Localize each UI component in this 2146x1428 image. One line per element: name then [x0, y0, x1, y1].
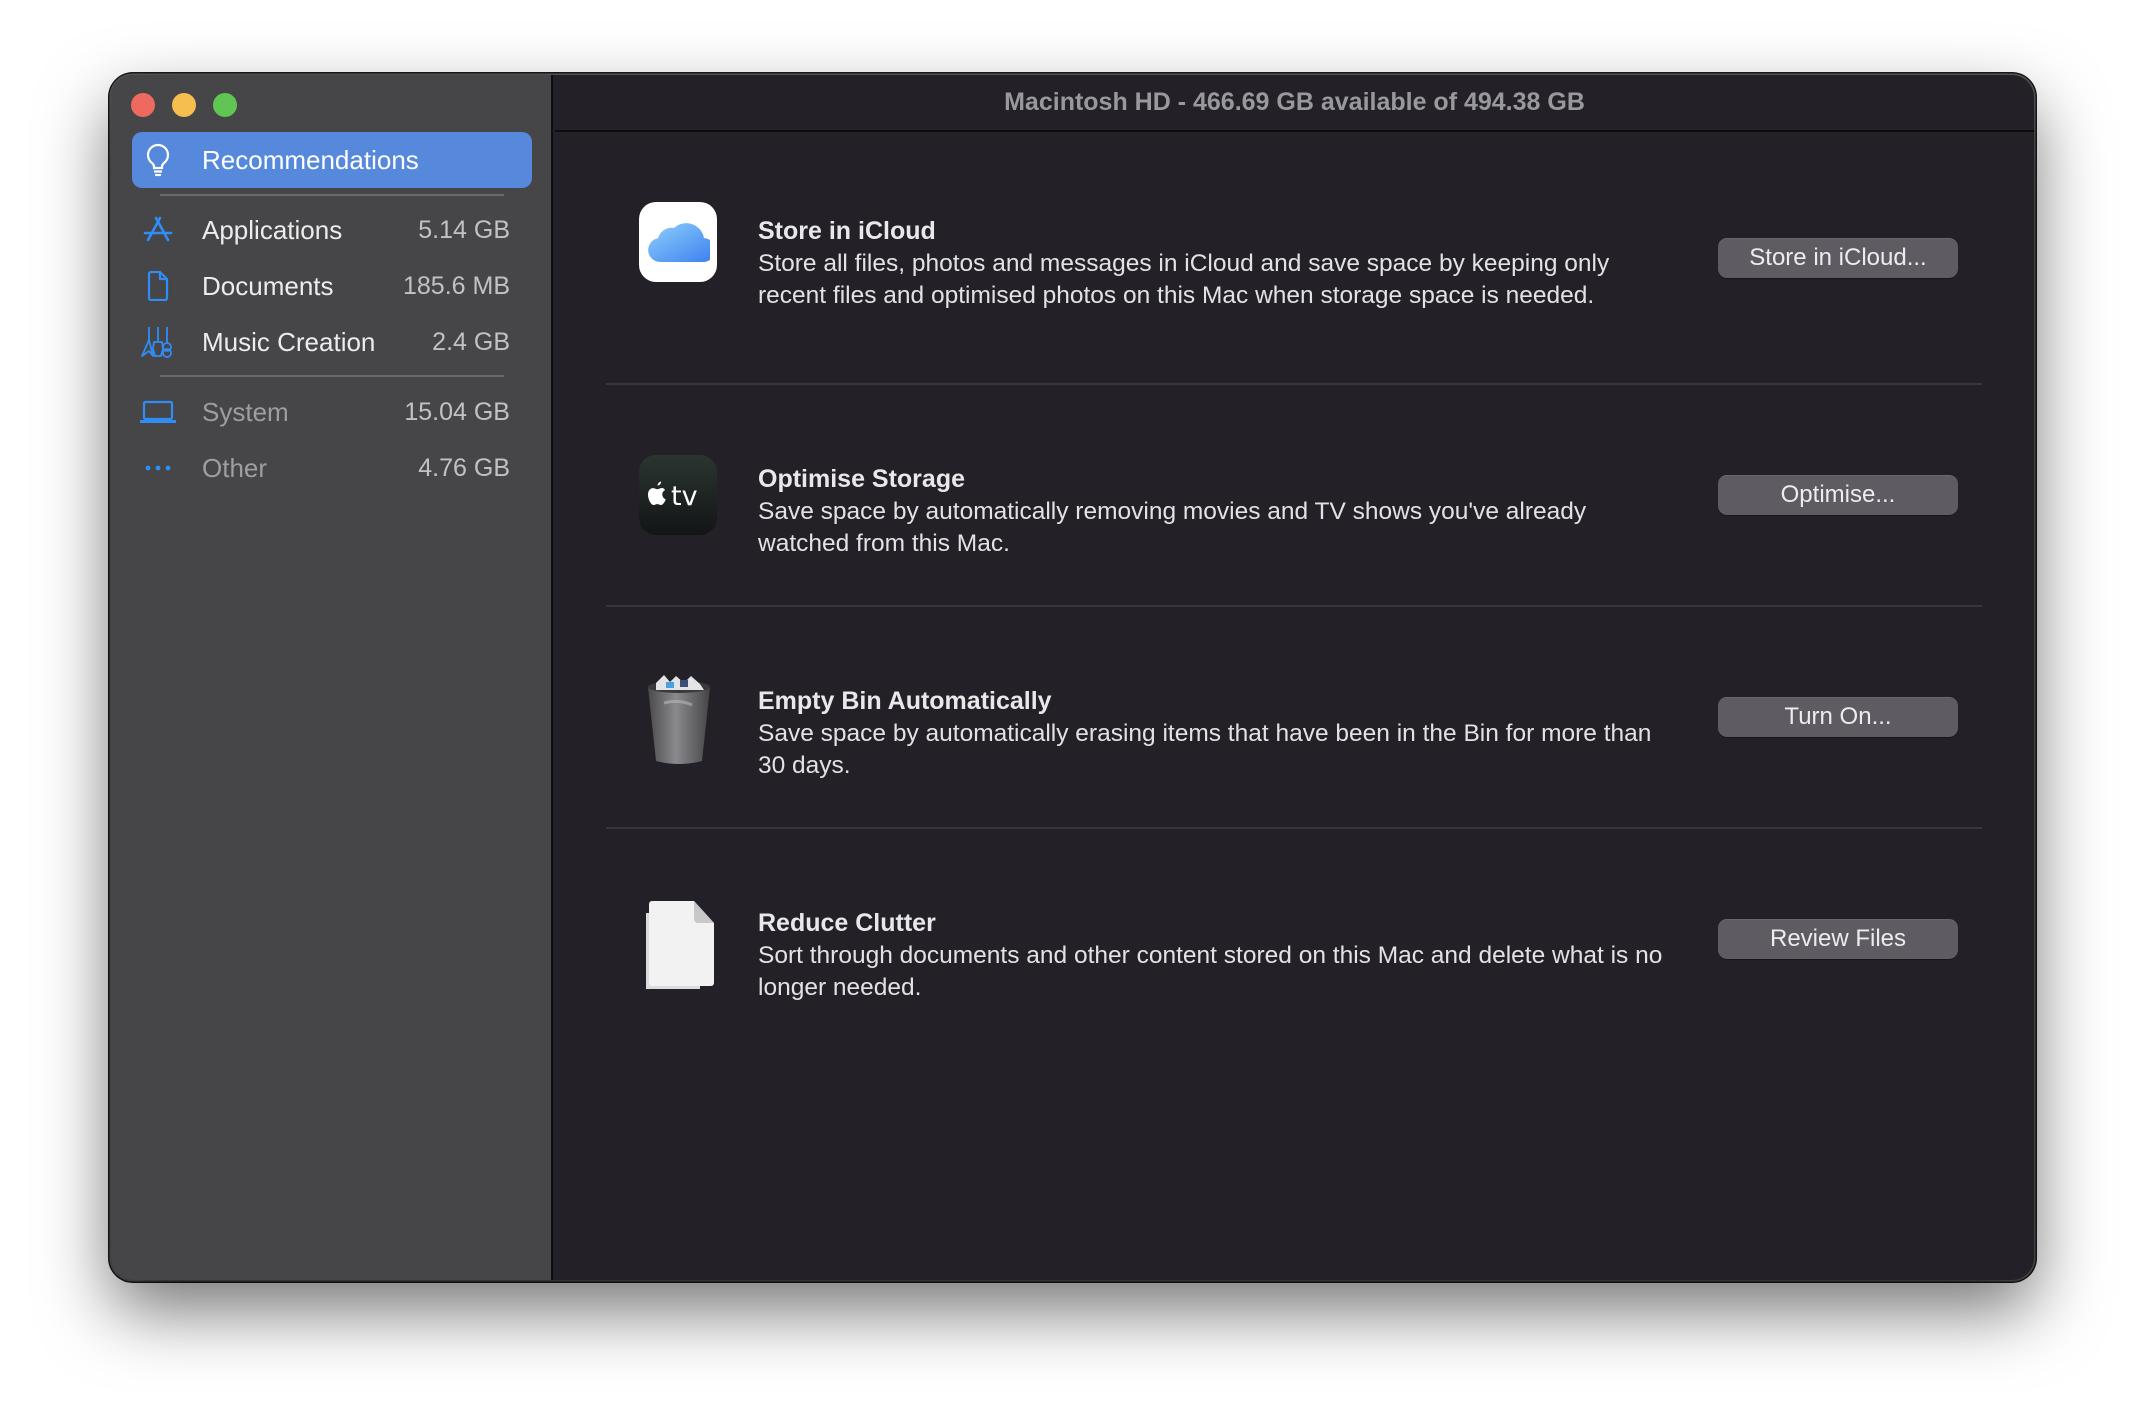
sidebar-item-label: Recommendations — [202, 144, 419, 175]
sidebar-item-size: 15.04 GB — [404, 397, 510, 426]
documents-icon — [644, 895, 720, 991]
sidebar-divider — [160, 194, 504, 196]
sidebar-item-applications[interactable]: Applications 5.14 GB — [132, 202, 532, 258]
recommendation-reduce-clutter: Reduce Clutter Sort through documents an… — [606, 829, 1982, 1051]
sidebar-item-label: Applications — [202, 214, 343, 245]
recommendation-text: Reduce Clutter Sort through documents an… — [758, 906, 1678, 1004]
window-controls — [131, 93, 237, 117]
sidebar-divider — [160, 375, 504, 377]
recommendation-title: Empty Bin Automatically — [758, 687, 1052, 715]
sidebar-item-size: 4.76 GB — [418, 453, 510, 482]
apple-tv-icon: tv — [639, 455, 717, 535]
trash-bin-icon — [644, 673, 714, 765]
sidebar-item-size: 185.6 MB — [402, 271, 510, 300]
icloud-icon — [639, 202, 717, 282]
recommendation-text: Empty Bin Automatically Save space by au… — [758, 684, 1678, 782]
sidebar-item-label: Other — [202, 452, 268, 483]
storage-management-window: Recommendations Applications 5.14 GB Doc… — [111, 75, 2034, 1280]
recommendation-optimise-storage: tv Optimise Storage Save space by automa… — [606, 385, 1982, 607]
minimise-window-button[interactable] — [172, 93, 196, 117]
store-in-icloud-button[interactable]: Store in iCloud... — [1718, 238, 1958, 278]
review-files-button[interactable]: Review Files — [1718, 919, 1958, 959]
recommendation-description: Save space by automatically erasing item… — [758, 720, 1652, 779]
svg-text:tv: tv — [671, 481, 698, 511]
sidebar: Recommendations Applications 5.14 GB Doc… — [111, 75, 553, 1280]
recommendation-title: Store in iCloud — [758, 217, 936, 245]
sidebar-item-size: 2.4 GB — [432, 327, 510, 356]
recommendation-description: Store all files, photos and messages in … — [758, 250, 1610, 309]
optimise-button[interactable]: Optimise... — [1718, 475, 1958, 515]
recommendation-description: Save space by automatically removing mov… — [758, 498, 1587, 557]
laptop-icon — [136, 390, 180, 434]
close-window-button[interactable] — [131, 93, 155, 117]
sidebar-item-music-creation[interactable]: Music Creation 2.4 GB — [132, 314, 532, 370]
lightbulb-icon — [136, 138, 180, 182]
recommendation-store-in-icloud: Store in iCloud Store all files, photos … — [606, 132, 1982, 385]
sidebar-item-recommendations[interactable]: Recommendations — [132, 132, 532, 188]
recommendation-title: Reduce Clutter — [758, 909, 936, 937]
document-icon — [136, 264, 180, 308]
zoom-window-button[interactable] — [213, 93, 237, 117]
turn-on-button[interactable]: Turn On... — [1718, 697, 1958, 737]
app-store-icon — [136, 208, 180, 252]
recommendation-description: Sort through documents and other content… — [758, 942, 1663, 1001]
recommendation-text: Store in iCloud Store all files, photos … — [758, 214, 1678, 312]
window-title: Macintosh HD - 466.69 GB available of 49… — [555, 75, 2034, 132]
sidebar-item-label: Documents — [202, 270, 334, 301]
sidebar-item-label: Music Creation — [202, 326, 376, 357]
recommendations-pane: Macintosh HD - 466.69 GB available of 49… — [555, 75, 2034, 1280]
guitars-icon — [136, 320, 180, 364]
sidebar-item-system[interactable]: System 15.04 GB — [132, 384, 532, 440]
sidebar-item-label: System — [202, 396, 289, 427]
ellipsis-icon — [136, 446, 180, 490]
recommendation-empty-bin-automatically: Empty Bin Automatically Save space by au… — [606, 607, 1982, 829]
recommendation-title: Optimise Storage — [758, 465, 965, 493]
recommendation-text: Optimise Storage Save space by automatic… — [758, 462, 1678, 560]
sidebar-item-other[interactable]: Other 4.76 GB — [132, 440, 532, 496]
sidebar-item-size: 5.14 GB — [418, 215, 510, 244]
sidebar-item-documents[interactable]: Documents 185.6 MB — [132, 258, 532, 314]
